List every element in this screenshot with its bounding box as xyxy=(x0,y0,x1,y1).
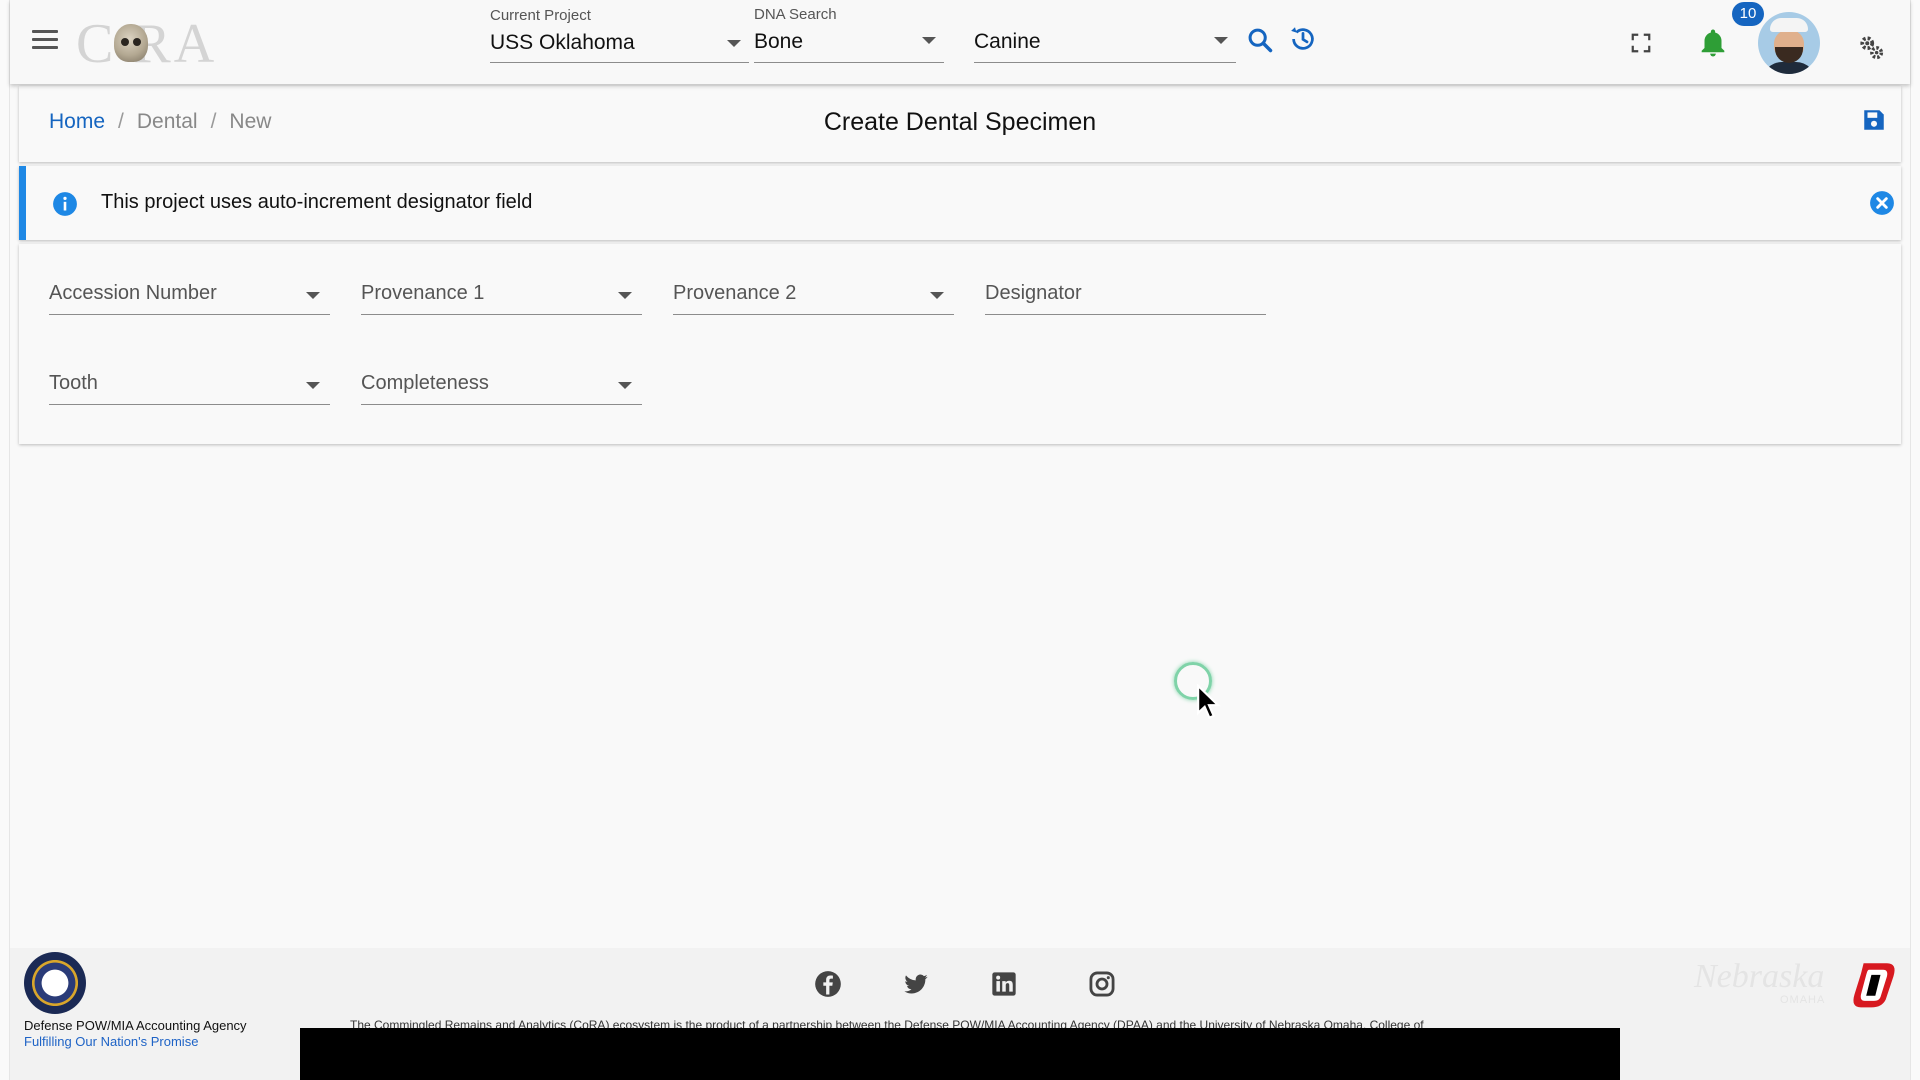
agency-tagline[interactable]: Fulfilling Our Nation's Promise xyxy=(24,1034,198,1049)
designator-input[interactable]: Designator xyxy=(985,244,1266,315)
dna-search-select[interactable]: DNA Search Bone xyxy=(754,4,944,63)
chevron-down-icon xyxy=(922,37,936,44)
element-value: Canine xyxy=(974,30,1041,53)
accession-number-select[interactable]: Accession Number xyxy=(49,244,330,315)
field-label: Designator xyxy=(985,282,1082,304)
uno-logo xyxy=(1853,963,1895,1008)
chevron-down-icon xyxy=(618,382,632,389)
top-app-bar: C RA Current Project USS Oklahoma DNA Se… xyxy=(10,0,1910,84)
twitter-icon[interactable] xyxy=(902,970,930,998)
element-select[interactable]: Canine xyxy=(974,4,1236,63)
chevron-down-icon xyxy=(727,40,741,47)
save-icon[interactable] xyxy=(1861,107,1887,133)
provenance-1-select[interactable]: Provenance 1 xyxy=(361,244,642,315)
notification-badge: 10 xyxy=(1732,2,1764,26)
avatar[interactable] xyxy=(1758,12,1820,74)
chevron-down-icon xyxy=(618,292,632,299)
dpaa-seal-logo xyxy=(24,952,86,1014)
provenance-2-select[interactable]: Provenance 2 xyxy=(673,244,954,315)
field-label: Completeness xyxy=(361,372,489,394)
nebraska-sub-wordmark: OMAHA xyxy=(1780,994,1826,1006)
dna-search-value: Bone xyxy=(754,30,804,53)
mouse-cursor-icon xyxy=(1197,684,1221,720)
chevron-down-icon xyxy=(306,292,320,299)
current-project-select[interactable]: Current Project USS Oklahoma xyxy=(490,4,749,63)
current-project-label: Current Project xyxy=(490,7,591,24)
dna-search-label: DNA Search xyxy=(754,6,837,23)
field-label: Provenance 1 xyxy=(361,282,485,304)
completeness-select[interactable]: Completeness xyxy=(361,334,642,405)
linkedin-icon[interactable] xyxy=(990,970,1018,998)
settings-icon[interactable] xyxy=(1856,32,1886,62)
cora-logo[interactable]: C RA xyxy=(76,10,246,74)
info-alert: This project uses auto-increment designa… xyxy=(19,166,1901,240)
tooth-select[interactable]: Tooth xyxy=(49,334,330,405)
history-icon[interactable] xyxy=(1288,24,1318,54)
field-label: Accession Number xyxy=(49,282,217,304)
chevron-down-icon xyxy=(930,292,944,299)
facebook-icon[interactable] xyxy=(814,970,842,998)
page-header-card: Home / Dental / New Create Dental Specimen xyxy=(19,86,1901,162)
skull-icon xyxy=(114,24,148,62)
info-icon xyxy=(53,192,77,216)
app-frame: C RA Current Project USS Oklahoma DNA Se… xyxy=(9,0,1911,1080)
close-icon[interactable] xyxy=(1869,190,1895,216)
dental-specimen-form: Accession Number Provenance 1 Provenance… xyxy=(19,244,1901,444)
agency-name: Defense POW/MIA Accounting Agency xyxy=(24,1018,247,1033)
current-project-value: USS Oklahoma xyxy=(490,31,635,54)
instagram-icon[interactable] xyxy=(1088,970,1116,998)
chevron-down-icon xyxy=(1214,37,1228,44)
notification-bell-icon[interactable] xyxy=(1696,26,1730,60)
chevron-down-icon xyxy=(306,382,320,389)
menu-icon[interactable] xyxy=(32,30,58,54)
page-title: Create Dental Specimen xyxy=(823,108,1097,136)
search-icon[interactable] xyxy=(1246,26,1274,54)
alert-message: This project uses auto-increment designa… xyxy=(101,191,533,213)
nebraska-wordmark: Nebraska xyxy=(1694,958,1825,995)
alert-accent-stripe xyxy=(19,166,26,240)
field-label: Provenance 2 xyxy=(673,282,797,304)
fullscreen-icon[interactable] xyxy=(1630,32,1652,54)
field-label: Tooth xyxy=(49,372,98,394)
video-overlay-bar xyxy=(300,1028,1620,1080)
